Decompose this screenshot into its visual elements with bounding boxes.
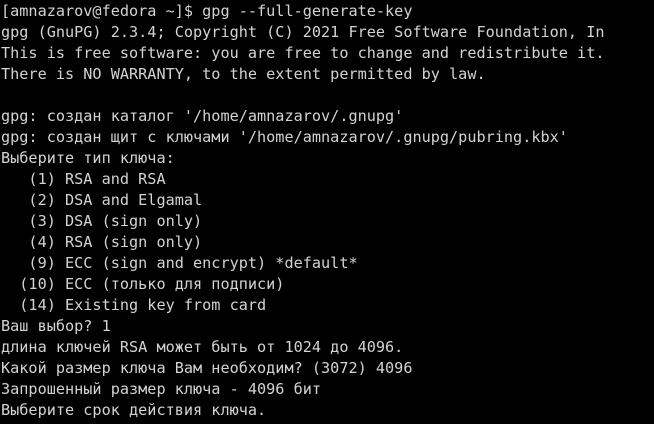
output-line: gpg: создан каталог '/home/amnazarov/.gn…: [1, 107, 404, 125]
size-input-line: Какой размер ключа Вам необходим? (3072)…: [1, 359, 413, 377]
expiry-prompt-line: Выберите срок действия ключа.: [1, 401, 267, 419]
key-option: (3) DSA (sign only): [1, 212, 203, 230]
output-line: Запрошенный размер ключа - 4096 бит: [1, 380, 322, 398]
terminal-window[interactable]: [amnazarov@fedora ~]$ gpg --full-generat…: [0, 0, 654, 424]
key-option: (10) ECC (только для подписи): [1, 275, 285, 293]
key-option: (4) RSA (sign only): [1, 233, 203, 251]
output-line: gpg (GnuPG) 2.3.4; Copyright (C) 2021 Fr…: [1, 23, 605, 41]
key-type-heading: Выберите тип ключа:: [1, 149, 175, 167]
choice-input-line: Ваш выбор? 1: [1, 317, 111, 335]
output-line: gpg: создан щит с ключами '/home/amnazar…: [1, 128, 568, 146]
key-option: (1) RSA and RSA: [1, 170, 166, 188]
output-line: There is NO WARRANTY, to the extent perm…: [1, 65, 486, 83]
output-line: длина ключей RSA может быть от 1024 до 4…: [1, 338, 404, 356]
output-line: This is free software: you are free to c…: [1, 44, 605, 62]
key-option: (14) Existing key from card: [1, 296, 267, 314]
key-option: (2) DSA and Elgamal: [1, 191, 203, 209]
key-option: (9) ECC (sign and encrypt) *default*: [1, 254, 358, 272]
prompt-line: [amnazarov@fedora ~]$ gpg --full-generat…: [1, 2, 413, 20]
